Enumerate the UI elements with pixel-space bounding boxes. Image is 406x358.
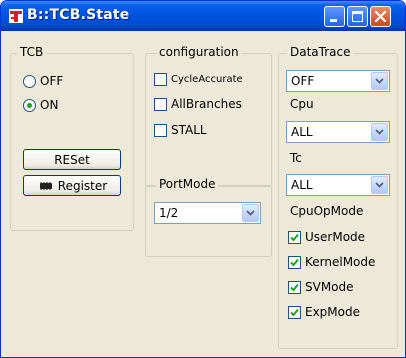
cycleaccurate-checkbox[interactable]: CycleAccurate: [154, 70, 243, 88]
maximize-icon: [352, 11, 363, 22]
client-area: TCB OFF ON RESet Register configuration: [4, 31, 402, 355]
trace-settings-group: DataTrace OFF Cpu ALL Tc ALL CpuOpMode U…: [278, 45, 398, 349]
tcb-group: TCB OFF ON: [10, 45, 134, 231]
cpu-dropdown[interactable]: ALL: [286, 121, 390, 143]
minimize-icon: [330, 19, 337, 22]
chevron-down-icon: [375, 129, 384, 135]
stall-label: STALL: [171, 123, 207, 137]
portmode-value: 1/2: [159, 206, 179, 220]
tcb-state-window: B::TCB.State TCB OFF ON RESet Register c…: [0, 0, 406, 358]
cycleaccurate-label: CycleAccurate: [171, 73, 243, 85]
window-title: B::TCB.State: [27, 7, 130, 23]
portmode-dropdown[interactable]: 1/2: [154, 202, 261, 224]
dropdown-button[interactable]: [371, 72, 388, 90]
kernelmode-label: KernelMode: [305, 255, 376, 269]
checkbox-checked-icon[interactable]: [288, 280, 301, 294]
configuration-group: configuration CycleAccurate AllBranches …: [145, 45, 272, 187]
checkbox-checked-icon[interactable]: [288, 305, 301, 319]
svmode-label: SVMode: [305, 280, 354, 294]
expmode-label: ExpMode: [305, 305, 360, 319]
tcb-off-radio[interactable]: OFF: [23, 72, 63, 90]
title-bar[interactable]: B::TCB.State: [1, 1, 405, 31]
tcb-off-label: OFF: [40, 74, 64, 88]
portmode-legend: PortMode: [156, 177, 219, 191]
chevron-down-icon: [246, 210, 255, 216]
cpuopmode-legend: CpuOpMode: [287, 204, 367, 218]
checkbox-checked-icon[interactable]: [288, 255, 301, 269]
radio-button-icon[interactable]: [23, 74, 36, 88]
tc-dropdown[interactable]: ALL: [286, 174, 390, 196]
checkbox-icon[interactable]: [154, 97, 167, 111]
cpu-legend: Cpu: [287, 97, 317, 111]
tc-value: ALL: [291, 178, 313, 192]
cpu-value: ALL: [291, 125, 313, 139]
trace32-app-icon[interactable]: [9, 9, 23, 23]
checkbox-checked-icon[interactable]: [288, 230, 301, 244]
chevron-down-icon: [375, 78, 384, 84]
datatrace-value: OFF: [291, 74, 315, 88]
portmode-group: PortMode 1/2: [145, 177, 272, 257]
kernelmode-checkbox[interactable]: KernelMode: [288, 253, 375, 271]
usermode-checkbox[interactable]: UserMode: [288, 228, 365, 246]
chevron-down-icon: [375, 182, 384, 188]
chip-icon: [39, 181, 52, 190]
close-button[interactable]: [370, 6, 391, 27]
svmode-checkbox[interactable]: SVMode: [288, 278, 354, 296]
close-icon: [374, 10, 387, 23]
reset-button-label: RESet: [54, 152, 90, 167]
tcb-legend: TCB: [17, 45, 47, 59]
allbranches-checkbox[interactable]: AllBranches: [154, 95, 242, 113]
tc-legend: Tc: [287, 151, 305, 165]
dropdown-button[interactable]: [242, 204, 259, 222]
checkbox-icon[interactable]: [154, 123, 167, 137]
register-button-label: Register: [57, 178, 108, 193]
allbranches-label: AllBranches: [171, 97, 242, 111]
usermode-label: UserMode: [305, 230, 366, 244]
configuration-legend: configuration: [156, 45, 242, 59]
stall-checkbox[interactable]: STALL: [154, 121, 207, 139]
reset-button[interactable]: RESet: [23, 149, 121, 170]
register-button[interactable]: Register: [23, 175, 121, 196]
minimize-button[interactable]: [324, 6, 345, 27]
expmode-checkbox[interactable]: ExpMode: [288, 303, 360, 321]
checkbox-icon[interactable]: [154, 72, 167, 86]
tcb-on-label: ON: [40, 98, 59, 112]
dropdown-button[interactable]: [371, 176, 388, 194]
dropdown-button[interactable]: [371, 123, 388, 141]
tcb-on-radio[interactable]: ON: [23, 96, 58, 114]
datatrace-legend: DataTrace: [287, 45, 354, 59]
datatrace-dropdown[interactable]: OFF: [286, 70, 390, 92]
radio-button-selected-icon[interactable]: [23, 98, 36, 112]
maximize-button[interactable]: [347, 6, 368, 27]
